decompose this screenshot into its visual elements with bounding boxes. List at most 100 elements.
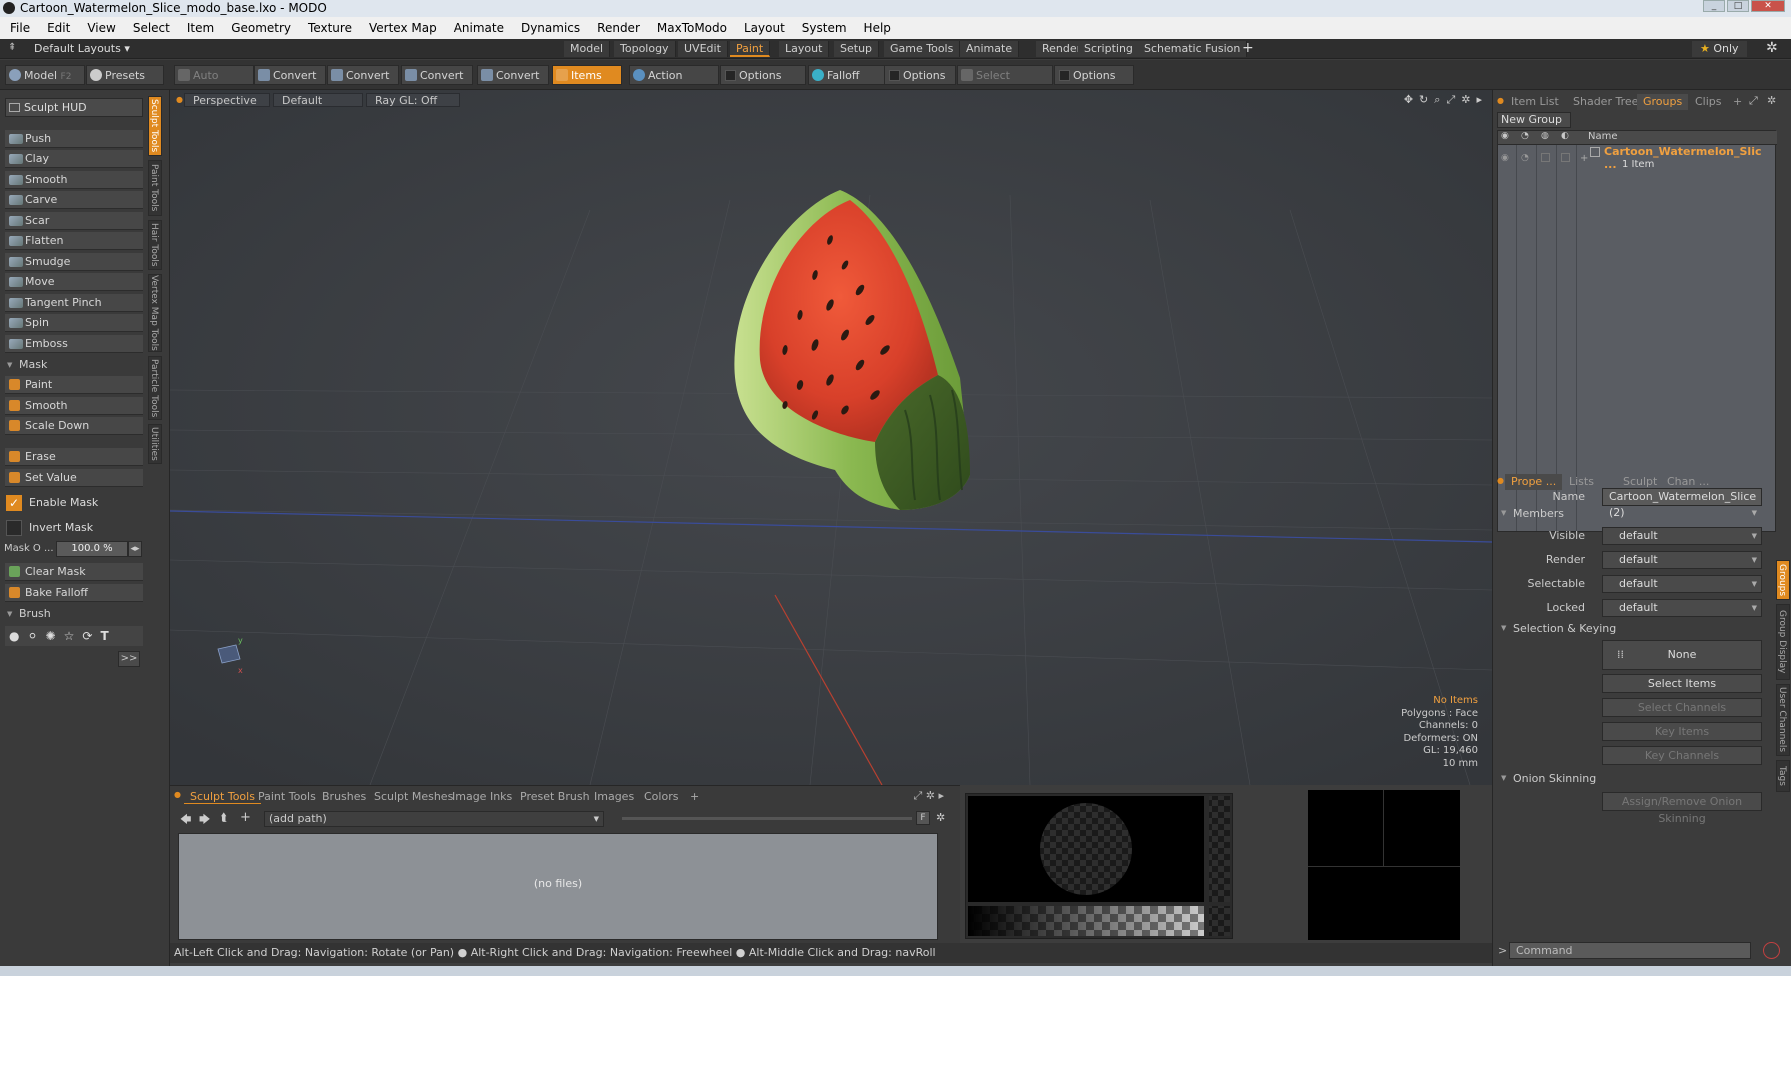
minimize-button[interactable]: _ — [1703, 0, 1725, 12]
mask-paint[interactable]: Paint — [5, 376, 143, 394]
add-path-icon[interactable]: + — [240, 810, 251, 825]
pane-menu-icon[interactable]: ● — [1497, 476, 1504, 485]
onion-skinning-section[interactable]: Onion Skinning — [1501, 772, 1596, 785]
set-value-button[interactable]: Set Value — [5, 469, 143, 487]
visibility-icon[interactable]: ◉ — [1501, 131, 1509, 141]
erase-button[interactable]: Erase — [5, 448, 143, 466]
menu-geometry[interactable]: Geometry — [231, 17, 291, 39]
rotate-icon[interactable]: ↻ — [1419, 93, 1428, 107]
visible-dropdown[interactable]: default — [1602, 527, 1762, 545]
name-field[interactable]: Cartoon_Watermelon_Slice (2) — [1602, 488, 1762, 521]
tab-paint[interactable]: Paint — [730, 41, 771, 57]
viewport-menu-icon[interactable]: ● — [176, 95, 183, 104]
menu-vertex-map[interactable]: Vertex Map — [369, 17, 437, 39]
parent-folder-icon[interactable]: ⮬ — [221, 811, 228, 825]
command-input[interactable]: Command — [1509, 942, 1751, 959]
new-group-button[interactable]: New Group — [1497, 112, 1571, 128]
items-button[interactable]: Items — [552, 65, 622, 85]
select-channels-button[interactable]: Select Channels — [1602, 698, 1762, 717]
locked-dropdown[interactable]: default — [1602, 599, 1762, 617]
menu-help[interactable]: Help — [864, 17, 891, 39]
forward-arrow-icon[interactable]: 🡆 — [199, 811, 210, 830]
record-icon[interactable] — [1763, 942, 1780, 959]
tab-item-list[interactable]: Item List — [1505, 94, 1565, 110]
lock-toggle[interactable] — [1541, 153, 1550, 162]
convert-edges-button[interactable]: Convert — [327, 65, 399, 85]
sculpt-hud-button[interactable]: Sculpt HUD — [5, 98, 143, 117]
stab-groups[interactable]: Groups — [1776, 560, 1790, 600]
key-channels-button[interactable]: Key Channels — [1602, 746, 1762, 765]
settings-icon[interactable]: ✲ — [926, 789, 935, 802]
pane-menu-icon[interactable]: ● — [174, 790, 181, 799]
tool-flatten[interactable]: Flatten — [5, 232, 143, 250]
view-type-dropdown[interactable]: Perspective — [184, 93, 270, 107]
select-through-button[interactable]: Select Through — [957, 65, 1053, 102]
options-checkbox[interactable] — [1059, 70, 1070, 81]
select-items-button[interactable]: Select Items — [1602, 674, 1762, 693]
group-row[interactable]: ◉ ◔ + Cartoon_Watermelon_Slic ... 1 Item — [1498, 145, 1777, 173]
options-checkbox[interactable] — [725, 70, 736, 81]
gear-icon[interactable]: ✲ — [1766, 40, 1778, 56]
selection-keying-section[interactable]: Selection & Keying — [1501, 622, 1616, 635]
vtab-sculpt-tools[interactable]: Sculpt Tools — [148, 96, 162, 156]
brush-star-icon[interactable]: ☆ — [64, 629, 75, 643]
menu-animate[interactable]: Animate — [454, 17, 504, 39]
tab-schematic-fusion[interactable]: Schematic Fusion — [1138, 41, 1248, 57]
tool-emboss[interactable]: Emboss — [5, 335, 143, 353]
render-dropdown[interactable]: default — [1602, 551, 1762, 569]
pane-menu-icon[interactable]: ● — [1497, 96, 1504, 105]
tab-clips[interactable]: Clips — [1689, 94, 1728, 110]
tab-groups[interactable]: Groups — [1637, 94, 1689, 110]
mask-section[interactable]: Mask — [5, 356, 143, 374]
expand-icon[interactable]: + — [1580, 153, 1588, 164]
menu-texture[interactable]: Texture — [308, 17, 352, 39]
tab-model[interactable]: Model — [564, 41, 611, 57]
tab-animate[interactable]: Animate — [960, 41, 1020, 57]
action-center-button[interactable]: Action Center — [629, 65, 719, 102]
tab-setup[interactable]: Setup — [834, 41, 880, 57]
tool-tangent-pinch[interactable]: Tangent Pinch — [5, 294, 143, 312]
file-browser[interactable]: (no files) — [178, 833, 938, 940]
btab-brushes[interactable]: Brushes — [316, 790, 372, 804]
vtab-paint-tools[interactable]: Paint Tools — [148, 160, 162, 216]
selectable-dropdown[interactable]: default — [1602, 575, 1762, 593]
menu-file[interactable]: File — [10, 17, 30, 39]
btab-sculpt-tools[interactable]: Sculpt Tools — [184, 790, 261, 804]
tab-shader-tree[interactable]: Shader Tree — [1567, 94, 1644, 110]
tool-push[interactable]: Push — [5, 130, 143, 148]
members-section[interactable]: Members — [1501, 507, 1564, 520]
render-icon[interactable]: ◔ — [1521, 131, 1529, 141]
fit-icon[interactable]: ⤢ — [1446, 93, 1455, 107]
select-icon[interactable]: ◐ — [1561, 131, 1569, 141]
raygl-dropdown[interactable]: Ray GL: Off — [366, 93, 460, 107]
btab-paint-tools[interactable]: Paint Tools — [252, 790, 322, 804]
browser-settings-icon[interactable]: ✲ — [936, 811, 945, 824]
model-button[interactable]: Model F2 — [5, 65, 85, 85]
menu-view[interactable]: View — [87, 17, 115, 39]
eye-icon[interactable]: ◉ — [1501, 153, 1509, 163]
btab-image-inks[interactable]: Image Inks — [446, 790, 518, 804]
path-dropdown[interactable]: (add path) ▼ — [264, 811, 604, 827]
brush-text-icon[interactable]: T — [100, 629, 108, 643]
tab-scripting[interactable]: Scripting — [1078, 41, 1140, 57]
bake-falloff-button[interactable]: Bake Falloff — [5, 584, 143, 602]
name-column-header[interactable]: Name — [1588, 131, 1618, 142]
options-checkbox[interactable] — [889, 70, 900, 81]
btab-images[interactable]: Images — [588, 790, 640, 804]
convert-materials-button[interactable]: Convert — [477, 65, 549, 85]
menu-maxtomodo[interactable]: MaxToModo — [657, 17, 727, 39]
key-items-button[interactable]: Key Items — [1602, 722, 1762, 741]
menu-edit[interactable]: Edit — [47, 17, 70, 39]
mask-scale-down[interactable]: Scale Down — [5, 417, 143, 435]
vtab-vertex-map-tools[interactable]: Vertex Map Tools — [148, 274, 162, 352]
menu-select[interactable]: Select — [133, 17, 170, 39]
stab-tags[interactable]: Tags — [1776, 760, 1790, 792]
brush-section[interactable]: Brush — [5, 605, 143, 623]
auto-select-button[interactable]: Auto Select — [174, 65, 254, 102]
groups-list[interactable]: ◉ ◔ ◍ ◐ Name ◉ ◔ + Cartoon_Watermelon_Sl… — [1497, 130, 1777, 532]
pane-settings-icon[interactable]: ✲ — [1767, 94, 1776, 107]
close-button[interactable]: ✕ — [1751, 0, 1785, 12]
zoom-icon[interactable]: ⌕ — [1434, 93, 1440, 107]
collapse-icon[interactable]: ⇞ — [8, 42, 16, 53]
add-tab-button[interactable]: + — [684, 790, 705, 804]
